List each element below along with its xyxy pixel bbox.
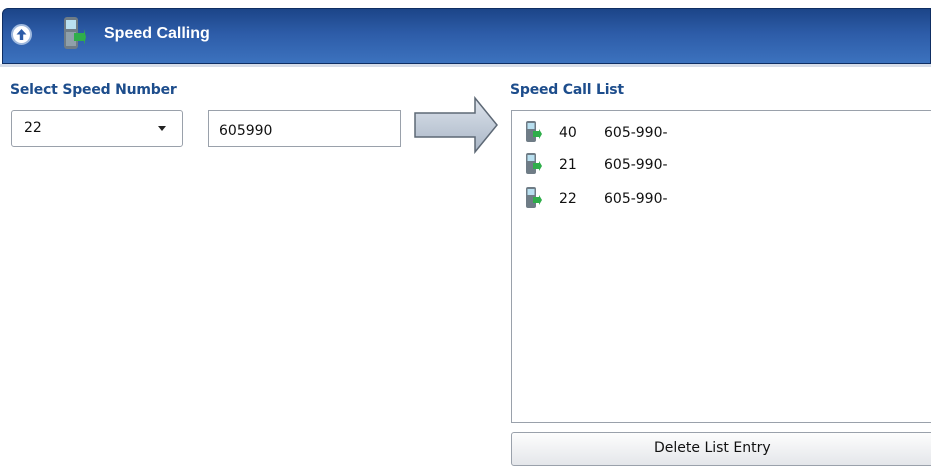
delete-list-entry-button[interactable]: Delete List Entry: [511, 432, 931, 466]
phone-number-input[interactable]: [208, 110, 401, 147]
speed-call-list[interactable]: 40 605-990- 21 605-990- 22 605-990-: [511, 110, 931, 423]
speed-number: 22: [559, 191, 577, 207]
delete-button-label: Delete List Entry: [654, 440, 771, 456]
chevron-down-icon: [158, 126, 166, 131]
select-speed-number-label: Select Speed Number: [10, 82, 177, 98]
speed-number-selected-value: 22: [24, 120, 42, 136]
phone-handset-icon: [64, 17, 86, 49]
list-item[interactable]: 21 605-990-: [524, 150, 734, 180]
speed-number: 40: [559, 125, 577, 141]
header-divider: [0, 64, 931, 67]
phone-number: 605-990-: [604, 125, 668, 141]
speed-call-list-label: Speed Call List: [510, 82, 624, 98]
phone-handset-icon: [526, 121, 542, 142]
phone-handset-icon: [526, 153, 542, 174]
add-to-list-arrow-icon[interactable]: [413, 96, 499, 154]
list-item[interactable]: 22 605-990-: [524, 184, 734, 214]
speed-number-select[interactable]: 22: [11, 110, 183, 147]
speed-number: 21: [559, 157, 577, 173]
header: Speed Calling: [0, 0, 931, 68]
phone-number: 605-990-: [604, 157, 668, 173]
phone-number: 605-990-: [604, 191, 668, 207]
list-item[interactable]: 40 605-990-: [524, 118, 734, 148]
page-title: Speed Calling: [104, 25, 210, 42]
phone-handset-icon: [526, 187, 542, 208]
up-arrow-circle-icon[interactable]: [11, 24, 32, 45]
